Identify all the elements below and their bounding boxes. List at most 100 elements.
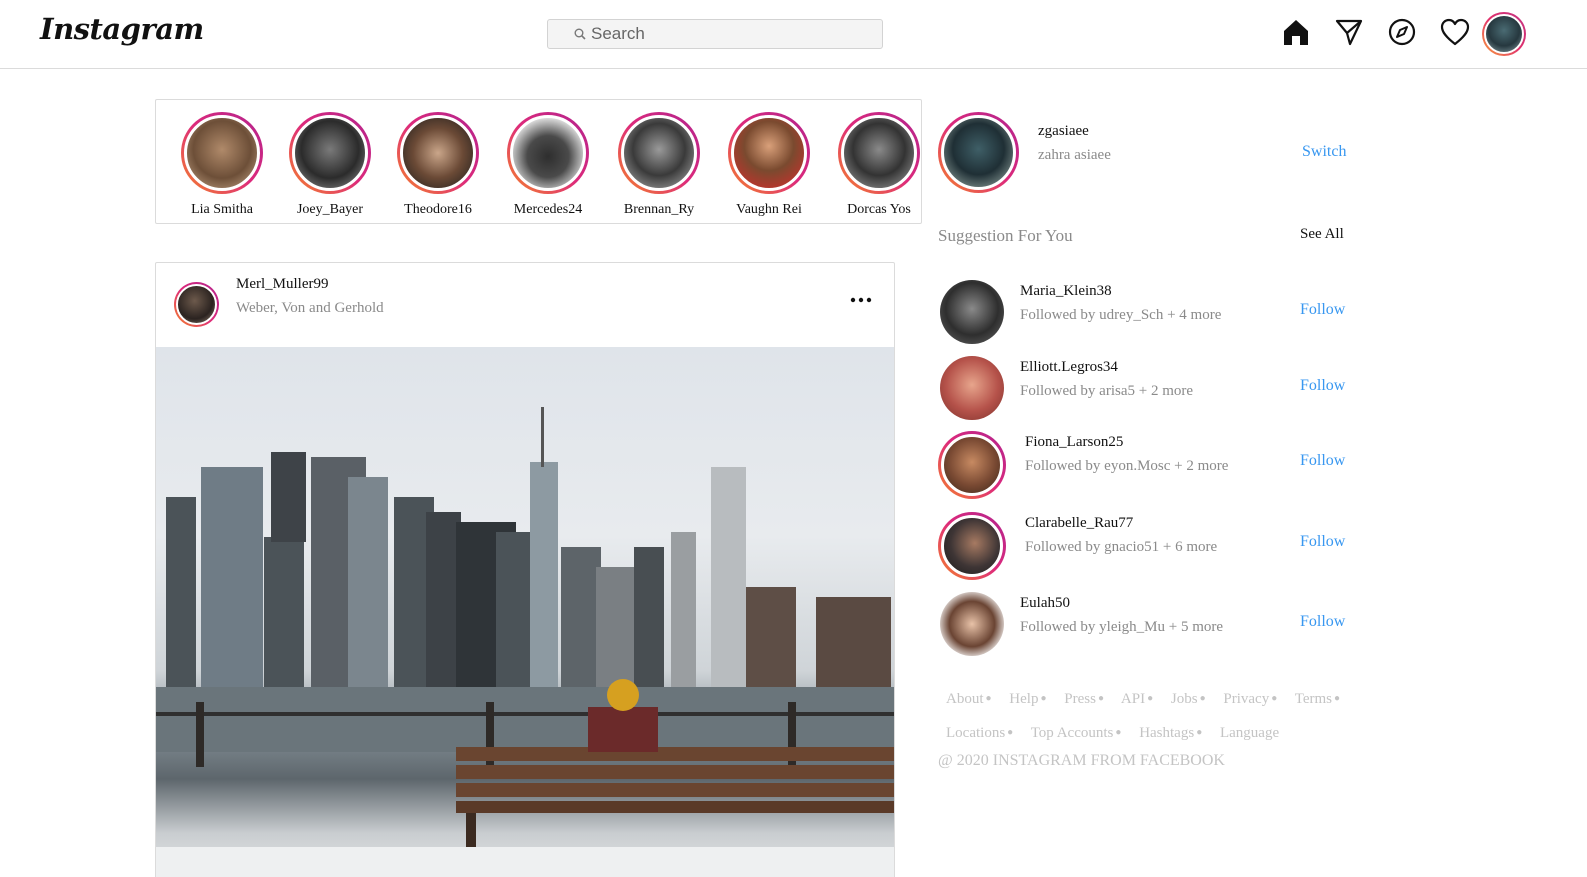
suggestion-item: Clarabelle_Rau77 Followed by gnacio51 + … — [938, 512, 1358, 580]
suggestion-followed-by: Followed by eyon.Mosc + 2 more — [1025, 458, 1229, 474]
story-item[interactable]: Theodore16 — [388, 112, 488, 218]
footer-links: About ● Help ● Press ● API ● Jobs ● Privacy ● … — [946, 682, 1366, 750]
footer-link-jobs[interactable]: Jobs — [1171, 691, 1198, 707]
story-username: Brennan_Ry — [623, 202, 695, 217]
post-author-avatar-image — [176, 284, 217, 325]
suggestion-followed-by: Followed by udrey_Sch + 4 more — [1020, 307, 1222, 323]
suggestion-avatar[interactable] — [940, 592, 1004, 656]
story-item[interactable]: Vaughn Rei — [719, 112, 819, 218]
story-ring — [289, 112, 371, 194]
suggestion-username[interactable]: Maria_Klein38 — [1020, 283, 1112, 300]
footer-link-api[interactable]: API — [1121, 691, 1145, 707]
story-avatar — [621, 115, 697, 191]
separator-dot: ● — [1196, 727, 1203, 738]
current-user-avatar-image — [941, 115, 1016, 190]
story-ring — [728, 112, 810, 194]
current-username[interactable]: zgasiaee — [1038, 123, 1089, 140]
footer-link-language[interactable]: Language — [1220, 725, 1279, 741]
suggestion-avatar-image — [941, 515, 1003, 577]
post-username[interactable]: Merl_Muller99 — [236, 276, 328, 293]
suggestion-avatar[interactable] — [940, 280, 1004, 344]
top-navigation-bar: Instagram — [0, 0, 1587, 69]
story-ring — [618, 112, 700, 194]
story-ring — [838, 112, 920, 194]
suggestion-item: Elliott.Legros34 Followed by arisa5 + 2 … — [938, 356, 1358, 424]
suggestion-avatar[interactable] — [938, 431, 1006, 499]
home-icon[interactable] — [1281, 17, 1311, 47]
footer-link-press[interactable]: Press — [1064, 691, 1096, 707]
suggestion-followed-by: Followed by gnacio51 + 6 more — [1025, 539, 1218, 555]
separator-dot: ● — [1007, 727, 1014, 738]
suggestion-item: Eulah50 Followed by yleigh_Mu + 5 more F… — [938, 592, 1358, 660]
story-avatar — [731, 115, 807, 191]
footer-link-top-accounts[interactable]: Top Accounts — [1031, 725, 1114, 741]
story-ring — [507, 112, 589, 194]
separator-dot: ● — [1199, 693, 1206, 704]
story-item[interactable]: Dorcas Yos — [829, 112, 921, 218]
profile-avatar[interactable] — [1482, 12, 1526, 56]
story-item[interactable]: Joey_Bayer — [280, 112, 380, 218]
separator-dot: ● — [1334, 693, 1341, 704]
suggestion-avatar[interactable] — [938, 512, 1006, 580]
separator-dot: ● — [1147, 693, 1154, 704]
explore-icon[interactable] — [1387, 17, 1417, 47]
suggestion-username[interactable]: Eulah50 — [1020, 595, 1070, 612]
suggestion-avatar-image — [941, 434, 1003, 496]
direct-message-icon[interactable] — [1334, 17, 1364, 47]
post-photo[interactable] — [156, 347, 894, 877]
story-item[interactable]: Mercedes24 — [498, 112, 598, 218]
switch-account-button[interactable]: Switch — [1302, 143, 1346, 161]
footer-link-about[interactable]: About — [946, 691, 984, 707]
suggestion-followed-by: Followed by arisa5 + 2 more — [1020, 383, 1194, 399]
follow-button[interactable]: Follow — [1300, 377, 1345, 395]
story-ring — [181, 112, 263, 194]
suggestion-followed-by: Followed by yleigh_Mu + 5 more — [1020, 619, 1224, 635]
more-options-icon[interactable] — [846, 290, 876, 310]
current-user-fullname: zahra asiaee — [1038, 147, 1111, 163]
post-author-avatar[interactable] — [174, 282, 219, 327]
footer-link-hashtags[interactable]: Hashtags — [1139, 725, 1194, 741]
copyright-text: @ 2020 INSTAGRAM FROM FACEBOOK — [938, 752, 1225, 769]
story-username: Theodore16 — [404, 202, 472, 217]
follow-button[interactable]: Follow — [1300, 613, 1345, 631]
story-avatar — [184, 115, 260, 191]
footer-link-help[interactable]: Help — [1009, 691, 1038, 707]
suggestion-item: Maria_Klein38 Followed by udrey_Sch + 4 … — [938, 280, 1358, 348]
follow-button[interactable]: Follow — [1300, 452, 1345, 470]
story-avatar — [292, 115, 368, 191]
story-avatar — [400, 115, 476, 191]
story-username: Joey_Bayer — [296, 202, 364, 217]
story-username: Vaughn Rei — [736, 202, 802, 217]
separator-dot: ● — [985, 693, 992, 704]
separator-dot: ● — [1271, 693, 1278, 704]
stories-tray: Lia Smitha Joey_Bayer Theodore16 Mercede… — [155, 99, 922, 224]
footer-link-privacy[interactable]: Privacy — [1223, 691, 1269, 707]
suggestion-avatar[interactable] — [940, 356, 1004, 420]
current-user-avatar[interactable] — [938, 112, 1019, 193]
see-all-button[interactable]: See All — [1300, 226, 1344, 243]
story-username: Mercedes24 — [513, 202, 583, 217]
story-item[interactable]: Lia Smitha — [172, 112, 272, 218]
search-input[interactable] — [591, 24, 871, 44]
suggestions-heading: Suggestion For You — [938, 226, 1073, 245]
suggestion-username[interactable]: Fiona_Larson25 — [1025, 434, 1123, 451]
search-icon — [574, 28, 586, 40]
profile-avatar-image — [1484, 14, 1524, 54]
suggestion-username[interactable]: Elliott.Legros34 — [1020, 359, 1118, 376]
activity-heart-icon[interactable] — [1440, 17, 1470, 47]
separator-dot: ● — [1040, 693, 1047, 704]
separator-dot: ● — [1097, 693, 1104, 704]
instagram-logo[interactable]: Instagram — [40, 12, 204, 46]
story-ring — [397, 112, 479, 194]
follow-button[interactable]: Follow — [1300, 533, 1345, 551]
footer-link-locations[interactable]: Locations — [946, 725, 1005, 741]
story-avatar — [841, 115, 917, 191]
search-box[interactable] — [547, 19, 883, 49]
post-location: Weber, Von and Gerhold — [236, 300, 384, 316]
follow-button[interactable]: Follow — [1300, 301, 1345, 319]
footer-link-terms[interactable]: Terms — [1295, 691, 1332, 707]
suggestion-username[interactable]: Clarabelle_Rau77 — [1025, 515, 1133, 532]
story-avatar — [510, 115, 586, 191]
story-username: Dorcas Yos — [847, 202, 911, 217]
story-item[interactable]: Brennan_Ry — [609, 112, 709, 218]
